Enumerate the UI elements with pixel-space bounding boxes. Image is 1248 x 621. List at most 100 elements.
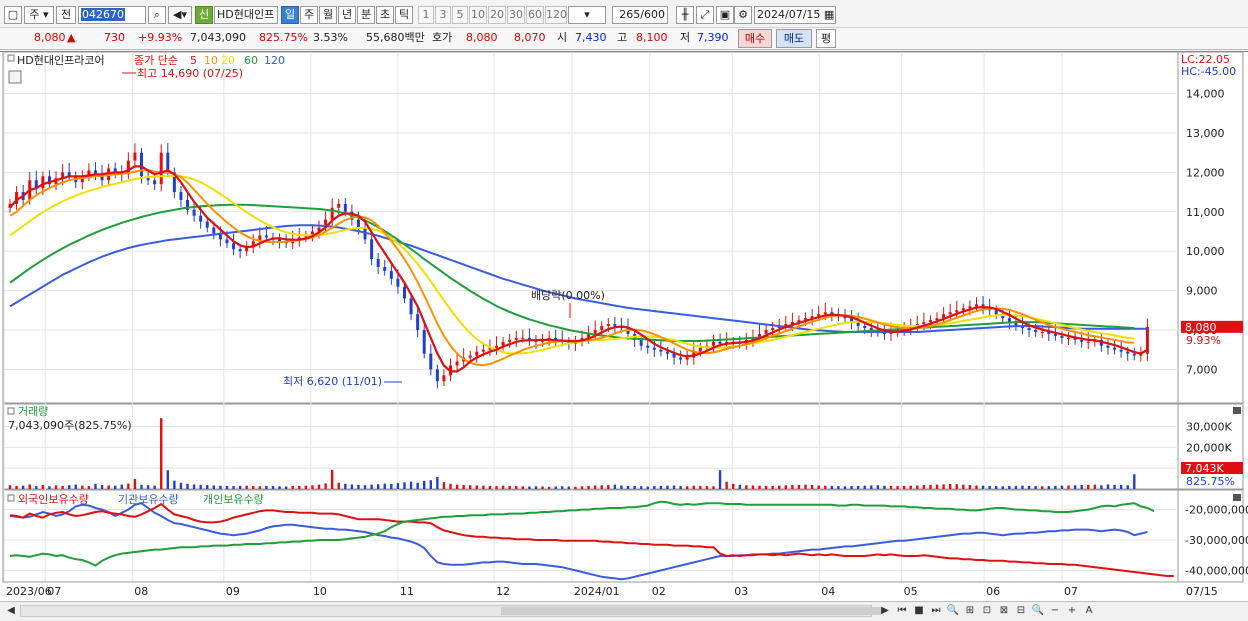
volume-bar bbox=[561, 486, 564, 489]
scroll-control-icon[interactable]: ⏮ bbox=[895, 604, 909, 618]
volume-bar bbox=[962, 484, 965, 489]
quote-bar: 8,080 ▲ 730 +9.93% 7,043,090 825.75% 3.5… bbox=[0, 28, 1248, 50]
interval-dropdown[interactable]: ▾ bbox=[568, 6, 606, 24]
layout-icon[interactable]: ▢ bbox=[4, 6, 22, 24]
interval-tab[interactable]: 120 bbox=[545, 6, 567, 24]
buy-button[interactable]: 매수 bbox=[738, 29, 772, 48]
ma-period-label: 10 bbox=[204, 54, 218, 67]
scroll-control-icon[interactable]: ⏭ bbox=[929, 604, 943, 618]
scroll-control-icon[interactable]: ⊟ bbox=[1014, 604, 1028, 618]
candle-body bbox=[192, 209, 196, 216]
volume-bar bbox=[732, 483, 735, 489]
sell-button[interactable]: 매도 bbox=[776, 29, 812, 48]
bar-count-field[interactable]: 265/600 bbox=[612, 6, 668, 24]
scroll-control-icon[interactable]: ■ bbox=[912, 604, 926, 618]
volume-bar bbox=[317, 484, 321, 489]
low-annotation: 최저 6,620 (11/01) bbox=[283, 375, 382, 388]
scroll-control-icon[interactable]: ⊞ bbox=[963, 604, 977, 618]
volume-bar bbox=[21, 485, 25, 489]
candle-body bbox=[771, 328, 775, 330]
volume-bar bbox=[179, 482, 183, 489]
volume-bar bbox=[679, 486, 682, 489]
candle-body bbox=[764, 330, 768, 334]
volume-bar bbox=[975, 485, 978, 489]
chart-canvas[interactable]: 14,00013,00012,00011,00010,0009,0008,000… bbox=[0, 52, 1248, 602]
candle-body bbox=[389, 270, 393, 279]
stock-chart[interactable]: 14,00013,00012,00011,00010,0009,0008,000… bbox=[0, 51, 1248, 601]
interval-tab[interactable]: 10 bbox=[469, 6, 487, 24]
candle-body bbox=[652, 347, 656, 350]
interval-tab[interactable]: 5 bbox=[452, 6, 468, 24]
period-tab[interactable]: 초 bbox=[376, 6, 394, 24]
candle-body bbox=[468, 355, 472, 358]
interval-tab[interactable]: 1 bbox=[418, 6, 434, 24]
interval-tab[interactable]: 60 bbox=[526, 6, 544, 24]
interval-tab[interactable]: 20 bbox=[488, 6, 506, 24]
crosshair-icon[interactable]: ⤢ bbox=[696, 6, 714, 24]
market-select[interactable]: 주 ▾ bbox=[24, 6, 54, 24]
scroll-track[interactable] bbox=[20, 605, 881, 617]
new-badge: 신 bbox=[195, 6, 213, 24]
volume-bar bbox=[298, 485, 301, 489]
scroll-control-icon[interactable]: − bbox=[1048, 604, 1062, 618]
candle-body bbox=[646, 345, 650, 348]
scroll-control-icon[interactable]: ⊡ bbox=[980, 604, 994, 618]
period-tab[interactable]: 분 bbox=[357, 6, 375, 24]
scroll-control-icon[interactable]: + bbox=[1065, 604, 1079, 618]
volume-bar bbox=[442, 482, 446, 489]
volume-bar bbox=[1113, 484, 1116, 489]
volume-bar bbox=[1106, 484, 1110, 489]
volume-bar bbox=[718, 470, 722, 489]
scroll-control-icon[interactable]: 🔍 bbox=[946, 604, 960, 618]
scroll-thumb[interactable] bbox=[501, 607, 881, 615]
volume-bar bbox=[607, 485, 610, 489]
scroll-control-icon[interactable]: ▶ bbox=[878, 604, 892, 618]
period-tab[interactable]: 월 bbox=[319, 6, 337, 24]
volume-bar bbox=[843, 486, 847, 489]
candle-body bbox=[659, 349, 663, 352]
interval-tab[interactable]: 30 bbox=[507, 6, 525, 24]
candle-body bbox=[685, 357, 689, 360]
candle-body bbox=[606, 324, 610, 327]
period-tab[interactable]: 주 bbox=[300, 6, 318, 24]
prev-button[interactable]: 전 bbox=[56, 6, 76, 24]
price-change: 730 bbox=[104, 31, 125, 44]
eval-button[interactable]: 평 bbox=[816, 29, 836, 48]
period-tab[interactable]: 년 bbox=[338, 6, 356, 24]
volume-bar bbox=[948, 484, 952, 489]
volume-bar bbox=[41, 485, 45, 489]
volume-bar bbox=[199, 484, 202, 489]
period-tab[interactable]: 일 bbox=[281, 6, 299, 24]
period-tab[interactable]: 틱 bbox=[395, 6, 413, 24]
volume-bar bbox=[173, 480, 176, 489]
volume-bar bbox=[449, 483, 452, 489]
up-arrow-icon: ▲ bbox=[67, 31, 76, 44]
candle-body bbox=[1040, 331, 1044, 333]
interval-tab[interactable]: 3 bbox=[435, 6, 451, 24]
x-tick-label: 11 bbox=[400, 585, 414, 598]
settings-icon[interactable]: ⚙ bbox=[734, 6, 752, 24]
stock-code-input[interactable]: 042670 bbox=[78, 6, 146, 24]
scroll-control-icon[interactable]: A bbox=[1082, 604, 1096, 618]
ask-label: 호가 bbox=[432, 31, 453, 44]
candle-body bbox=[994, 310, 998, 315]
candle-body bbox=[1119, 349, 1123, 352]
volume-bar bbox=[94, 483, 97, 489]
search-icon[interactable]: ⌕ bbox=[148, 6, 166, 24]
date-field[interactable]: 2024/07/15 ▦ bbox=[754, 6, 836, 24]
volume-bar bbox=[646, 486, 649, 489]
volume-bar bbox=[784, 485, 788, 489]
save-icon[interactable]: ▣ bbox=[716, 6, 734, 24]
holdings-series-label: 개인보유수량 bbox=[203, 493, 264, 506]
candle-type-icon[interactable]: ╫ bbox=[676, 6, 694, 24]
scroll-left-icon[interactable]: ◀ bbox=[4, 604, 18, 618]
volume-bar bbox=[856, 485, 860, 489]
holdings-series-label: 외국인보유수량 bbox=[18, 493, 89, 506]
scroll-control-icon[interactable]: ⊠ bbox=[997, 604, 1011, 618]
volume-bar bbox=[1008, 486, 1011, 489]
volume-bar bbox=[1041, 486, 1044, 489]
speaker-icon[interactable]: ◀▾ bbox=[168, 6, 192, 24]
volume-bar bbox=[810, 485, 814, 489]
volume-bar bbox=[521, 486, 525, 489]
scroll-control-icon[interactable]: 🔍 bbox=[1031, 604, 1045, 618]
